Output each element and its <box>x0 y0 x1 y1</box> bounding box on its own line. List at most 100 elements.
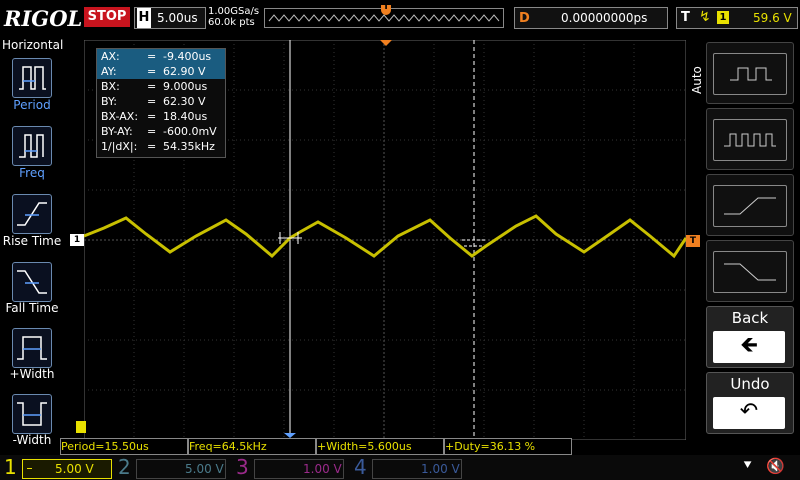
rising-edge-icon: ↯ <box>699 9 711 25</box>
cursor-row-bx: BX: = 9.000us <box>97 79 225 94</box>
cursor-eq: = <box>147 125 157 138</box>
cursor-value: -9.400us <box>163 50 212 63</box>
undo-arrow-icon: ↶ <box>713 397 785 429</box>
fall-thumb-icon <box>713 251 787 293</box>
trigger-level: 59.6 V <box>753 11 792 25</box>
timebase-value: 5.00us <box>157 11 198 25</box>
rise-time-label: Rise Time <box>2 234 62 248</box>
acquisition-info: 1.00GSa/s 60.0k pts <box>208 6 259 28</box>
back-arrow-icon: 🡸 <box>713 331 785 363</box>
cursor-row-ax: AX: = -9.400us <box>97 49 225 64</box>
cursor-eq: = <box>147 95 157 108</box>
system-status-icons: ⯆ 🔇 <box>704 455 800 480</box>
trigger-position-marker: T <box>381 2 391 15</box>
fall-time-button[interactable] <box>12 262 52 302</box>
measurement-positive-width[interactable]: +Width=5.600us <box>316 438 444 455</box>
cursor-readout-box: AX: = -9.400us AY: = 62.90 V BX: = 9.000… <box>96 48 226 158</box>
channel-number: 3 <box>236 455 249 479</box>
cursor-value: 62.90 V <box>163 65 206 78</box>
cursor-value: 18.40us <box>163 110 208 123</box>
positive-width-label: +Width <box>9 367 55 381</box>
channel-scale: 1.00 V <box>254 459 344 479</box>
period-button[interactable] <box>12 58 52 98</box>
freq-button[interactable] <box>12 126 52 166</box>
cursor-key: 1/|dX|: <box>101 140 138 153</box>
measurement-freq[interactable]: Freq=64.5kHz <box>188 438 316 455</box>
measure-category-title: Horizontal <box>2 38 64 52</box>
cursor-value: 62.30 V <box>163 95 206 108</box>
period-icon <box>19 66 46 90</box>
cursor-row-by: BY: = 62.30 V <box>97 94 225 109</box>
freq-thumb-icon <box>713 119 787 161</box>
channel-scale-value: 5.00 V <box>185 462 224 476</box>
measurement-period[interactable]: Period=15.50us <box>60 438 188 455</box>
period-label: Period <box>13 98 51 112</box>
horizontal-letter: H <box>137 8 151 28</box>
cursor-eq: = <box>147 80 157 93</box>
sample-rate: 1.00GSa/s <box>208 6 260 17</box>
negative-width-button[interactable] <box>12 394 52 434</box>
cursor-value: 9.000us <box>163 80 208 93</box>
positive-width-icon <box>17 336 47 360</box>
cursor-key: BY: <box>101 95 117 108</box>
auto-mode-label: Auto <box>690 66 704 94</box>
trigger-level-marker[interactable]: T <box>686 235 700 247</box>
auto-fall-button[interactable] <box>706 240 794 302</box>
channel-scale: ⎯ 5.00 V <box>22 459 112 479</box>
speaker-muted-icon[interactable]: 🔇 <box>766 457 785 475</box>
cursor-eq: = <box>147 110 157 123</box>
cursor-eq: = <box>147 65 157 78</box>
channel-scale-value: 5.00 V <box>55 462 94 476</box>
horizontal-timebase[interactable]: H 5.00us <box>134 7 206 29</box>
rise-time-button[interactable] <box>12 194 52 234</box>
rise-thumb-icon <box>713 185 787 227</box>
channel-1-ground-marker <box>76 421 86 433</box>
channel-scale: 1.00 V <box>372 459 462 479</box>
auto-freq-button[interactable] <box>706 108 794 170</box>
cursor-value: 54.35kHz <box>163 140 215 153</box>
cursor-row-inv-dx: 1/|dX|: = 54.35kHz <box>97 139 225 154</box>
run-stop-status[interactable]: STOP <box>84 7 130 27</box>
undo-button[interactable]: Undo ↶ <box>706 372 794 434</box>
delay-value: 0.00000000ps <box>561 11 648 25</box>
freq-label: Freq <box>19 166 45 180</box>
cursor-key: BX-AX: <box>101 110 139 123</box>
trigger-setting[interactable]: T ↯ 1 59.6 V <box>676 7 798 29</box>
period-thumb-icon <box>713 53 787 95</box>
cursor-key: AY: <box>101 65 117 78</box>
channel-1-offset-marker[interactable]: 1 <box>70 234 84 246</box>
fall-time-label: Fall Time <box>5 301 59 315</box>
cursor-eq: = <box>147 140 157 153</box>
auto-rise-button[interactable] <box>706 174 794 236</box>
usb-icon: ⯆ <box>742 458 754 474</box>
negative-width-icon <box>17 402 47 426</box>
cursor-value: -600.0mV <box>163 125 217 138</box>
cursor-row-ay: AY: = 62.90 V <box>97 64 225 79</box>
undo-label: Undo <box>730 375 770 393</box>
cursor-row-by-ay: BY-AY: = -600.0mV <box>97 124 225 139</box>
cursor-key: BY-AY: <box>101 125 133 138</box>
memory-depth: 60.0k pts <box>208 17 255 28</box>
cursor-eq: = <box>147 50 157 63</box>
trigger-letter: T <box>681 10 690 25</box>
trigger-source: 1 <box>717 11 729 24</box>
channel-scale-value: 1.00 V <box>303 462 342 476</box>
cursor-row-bx-ax: BX-AX: = 18.40us <box>97 109 225 124</box>
delay-letter: D <box>519 11 530 26</box>
back-label: Back <box>731 309 769 327</box>
delay-setting[interactable]: D 0.00000000ps <box>514 7 668 29</box>
cursor-key: BX: <box>101 80 120 93</box>
channel-number: 4 <box>354 455 367 479</box>
channel-number: 2 <box>118 455 131 479</box>
negative-width-label: -Width <box>12 433 52 447</box>
back-button[interactable]: Back 🡸 <box>706 306 794 368</box>
measurement-positive-duty[interactable]: +Duty=36.13 % <box>444 438 572 455</box>
positive-width-button[interactable] <box>12 328 52 368</box>
brand-logo: RIGOL <box>4 6 83 31</box>
channel-scale: 5.00 V <box>136 459 226 479</box>
channel-number: 1 <box>4 455 17 479</box>
cursor-key: AX: <box>101 50 120 63</box>
auto-period-button[interactable] <box>706 42 794 104</box>
channel-scale-value: 1.00 V <box>421 462 460 476</box>
rise-time-icon <box>17 202 47 226</box>
